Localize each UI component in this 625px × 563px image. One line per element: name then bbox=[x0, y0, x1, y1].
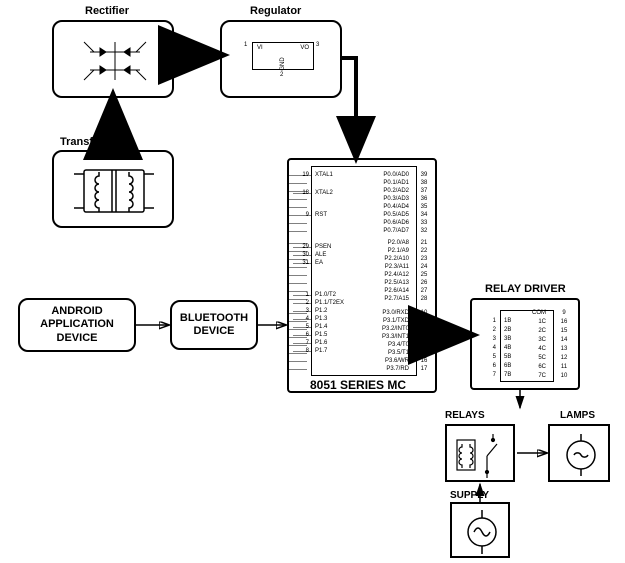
reg-gnd: GND bbox=[280, 57, 286, 70]
mcu-block: 19XTAL118XTAL29RST29PSEN30ALE31EA1P1.0/T… bbox=[287, 158, 437, 393]
reg-p3: 3 bbox=[316, 42, 319, 48]
reg-p2: 2 bbox=[280, 72, 283, 78]
lamps-label: LAMPS bbox=[560, 410, 595, 421]
supply-block bbox=[450, 502, 510, 558]
transformer-label: Transformer bbox=[60, 136, 124, 148]
relay-driver-block: 11B22B33B44B55B66B77B COM91C162C153C144C… bbox=[470, 298, 580, 390]
rectifier-block bbox=[52, 20, 174, 98]
lamps-block bbox=[548, 424, 610, 482]
reg-vo: VO bbox=[300, 45, 309, 51]
bluetooth-block: BLUETOOTH DEVICE bbox=[170, 300, 258, 350]
reg-p1: 1 bbox=[244, 42, 247, 48]
reg-vi: VI bbox=[257, 45, 263, 51]
regulator-label: Regulator bbox=[250, 5, 301, 17]
supply-label: SUPPLY bbox=[450, 490, 489, 501]
bluetooth-text: BLUETOOTH DEVICE bbox=[180, 312, 248, 338]
android-text: ANDROID APPLICATION DEVICE bbox=[40, 305, 114, 345]
rectifier-label: Rectifier bbox=[85, 5, 129, 17]
transformer-block bbox=[52, 150, 174, 228]
regulator-block: VI VO GND 1 3 2 bbox=[220, 20, 342, 98]
relay-driver-label: RELAY DRIVER bbox=[485, 283, 566, 295]
android-block: ANDROID APPLICATION DEVICE bbox=[18, 298, 136, 352]
relays-label: RELAYS bbox=[445, 410, 485, 421]
relays-block bbox=[445, 424, 515, 482]
arrow-regulator-mcu bbox=[342, 58, 356, 156]
mcu-label: 8051 SERIES MC bbox=[310, 378, 406, 392]
